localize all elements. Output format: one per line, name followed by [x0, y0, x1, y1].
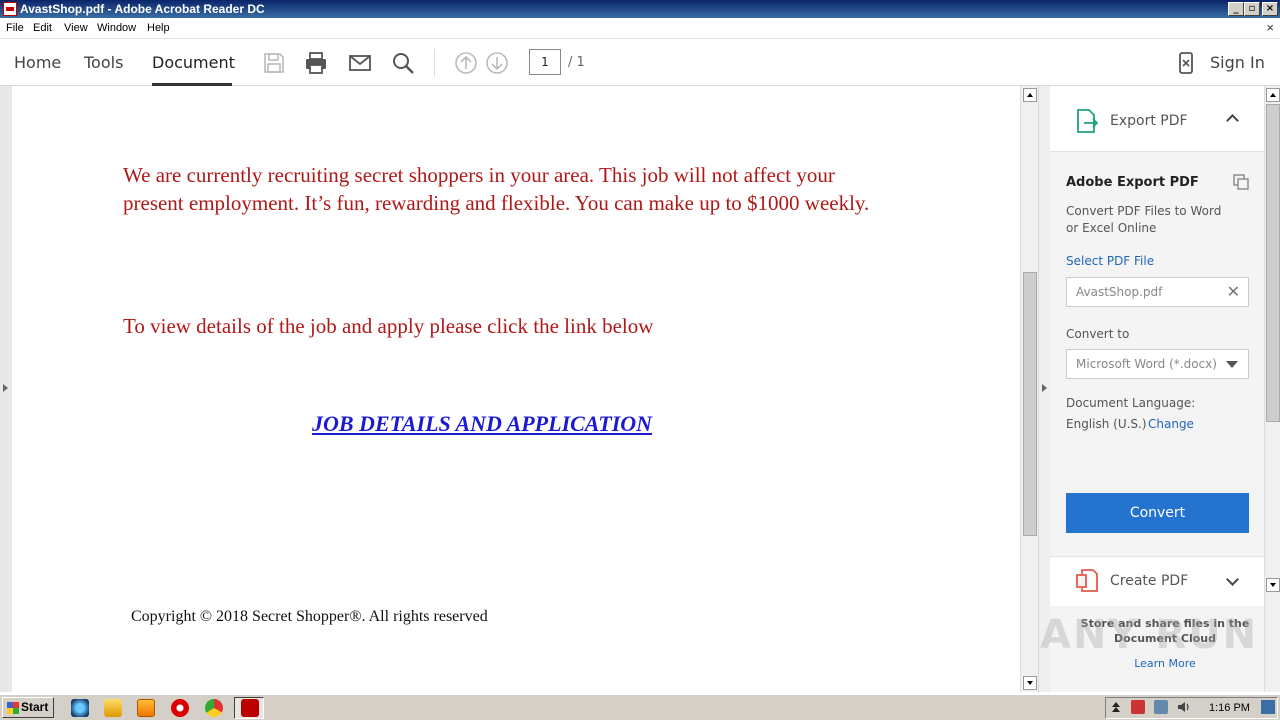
document-language-label: Document Language: — [1066, 396, 1196, 410]
export-description: Convert PDF Files to Word or Excel Onlin… — [1066, 204, 1222, 235]
export-pdf-header[interactable]: Export PDF — [1050, 86, 1265, 152]
tools-panel: Export PDF Adobe Export PDF Convert PDF … — [1050, 86, 1265, 692]
page-number-input[interactable]: 1 — [529, 49, 561, 75]
minimize-button[interactable]: _ — [1228, 2, 1244, 16]
convert-button[interactable]: Convert — [1066, 493, 1249, 533]
menu-view[interactable]: View — [64, 22, 88, 34]
menu-window[interactable]: Window — [97, 22, 136, 34]
selected-file-name: AvastShop.pdf — [1076, 285, 1163, 299]
media-player-icon[interactable] — [137, 699, 155, 717]
email-icon[interactable] — [348, 51, 372, 75]
toolbar-separator — [434, 49, 435, 77]
page-total: / 1 — [568, 55, 585, 70]
adobe-export-title: Adobe Export PDF — [1066, 175, 1199, 190]
print-icon[interactable] — [304, 51, 328, 75]
panel-scrollbar[interactable] — [1264, 86, 1280, 692]
previous-page-icon[interactable] — [454, 51, 478, 75]
clear-file-icon[interactable]: ✕ — [1227, 278, 1240, 306]
collapse-panel-icon — [1042, 384, 1047, 392]
document-page: We are currently recruiting secret shopp… — [12, 86, 1020, 692]
job-details-link[interactable]: JOB DETAILS AND APPLICATION — [312, 411, 652, 437]
acrobat-taskbar-button[interactable] — [234, 697, 264, 719]
document-language-value: English (U.S.) — [1066, 417, 1147, 431]
dropdown-caret-icon — [1226, 361, 1238, 368]
convert-to-value: Microsoft Word (*.docx) — [1076, 357, 1217, 371]
start-label: Start — [21, 700, 49, 714]
panel-scroll-thumb[interactable] — [1266, 104, 1280, 422]
close-document-icon[interactable]: × — [1266, 20, 1274, 35]
security-alert-icon[interactable] — [1131, 700, 1145, 714]
convert-to-select[interactable]: Microsoft Word (*.docx) — [1066, 349, 1249, 379]
menu-file[interactable]: File — [6, 22, 24, 34]
scroll-down-button[interactable] — [1023, 676, 1037, 690]
volume-icon[interactable] — [1177, 700, 1191, 714]
select-pdf-file-link[interactable]: Select PDF File — [1066, 254, 1154, 268]
create-pdf-icon — [1076, 569, 1098, 592]
export-pdf-icon — [1077, 109, 1098, 133]
selected-file-field[interactable]: AvastShop.pdf ✕ — [1066, 277, 1249, 307]
menu-edit[interactable]: Edit — [33, 22, 52, 34]
main-toolbar: Home Tools Document 1 / 1 Sign In — [0, 38, 1280, 86]
taskbar: Start 1:16 PM — [0, 694, 1280, 720]
create-pdf-header[interactable]: Create PDF — [1050, 556, 1265, 606]
learn-more-link[interactable]: Learn More — [1050, 657, 1265, 670]
document-paragraph-1: We are currently recruiting secret shopp… — [123, 163, 870, 215]
network-icon[interactable] — [1154, 700, 1168, 714]
anyrun-watermark: ANY RUN — [1040, 612, 1259, 658]
show-hidden-icons-icon[interactable] — [1109, 700, 1123, 714]
right-panel-toggle[interactable] — [1038, 86, 1050, 692]
document-scrollbar[interactable] — [1020, 86, 1038, 692]
scroll-up-button[interactable] — [1023, 88, 1037, 102]
sign-in-link[interactable]: Sign In — [1210, 53, 1265, 72]
change-language-link[interactable]: Change — [1148, 417, 1194, 431]
copy-icon[interactable] — [1233, 174, 1249, 190]
save-icon[interactable] — [262, 51, 286, 75]
window-title: AvastShop.pdf - Adobe Acrobat Reader DC — [20, 2, 265, 16]
scroll-thumb[interactable] — [1023, 272, 1037, 536]
document-copyright: Copyright © 2018 Secret Shopper®. All ri… — [131, 608, 488, 625]
panel-scroll-up-button[interactable] — [1266, 88, 1280, 102]
chevron-down-icon[interactable] — [1226, 573, 1239, 586]
document-paragraph-2: To view details of the job and apply ple… — [123, 314, 654, 338]
file-explorer-icon[interactable] — [104, 699, 122, 717]
acrobat-taskbar-icon — [241, 699, 259, 717]
opera-icon[interactable] — [171, 699, 189, 717]
tab-tools[interactable]: Tools — [84, 53, 123, 72]
close-window-button[interactable]: × — [1262, 2, 1278, 16]
menu-help[interactable]: Help — [147, 22, 170, 34]
show-desktop-icon[interactable] — [1261, 700, 1275, 714]
tab-document[interactable]: Document — [152, 53, 235, 72]
acrobat-app-icon — [3, 2, 17, 16]
chrome-icon[interactable] — [205, 699, 223, 717]
screen: AvastShop.pdf - Adobe Acrobat Reader DC … — [0, 0, 1280, 720]
tab-home[interactable]: Home — [14, 53, 61, 72]
chevron-up-icon[interactable] — [1226, 114, 1239, 127]
start-button[interactable]: Start — [2, 697, 54, 718]
left-panel-toggle[interactable] — [0, 86, 12, 692]
system-clock: 1:16 PM — [1209, 702, 1250, 714]
windows-logo-icon — [7, 702, 19, 714]
restore-button[interactable]: ▫ — [1244, 2, 1260, 16]
window-title-bar: AvastShop.pdf - Adobe Acrobat Reader DC … — [0, 0, 1280, 18]
mobile-link-icon[interactable] — [1174, 51, 1198, 75]
export-pdf-label: Export PDF — [1110, 113, 1188, 129]
create-pdf-label: Create PDF — [1110, 573, 1189, 589]
search-icon[interactable] — [391, 51, 415, 75]
menu-bar: File Edit View Window Help × — [0, 18, 1280, 38]
convert-to-label: Convert to — [1066, 327, 1130, 341]
internet-explorer-icon[interactable] — [71, 699, 89, 717]
expand-left-icon — [3, 384, 8, 392]
next-page-icon[interactable] — [485, 51, 509, 75]
panel-scroll-down-button[interactable] — [1266, 578, 1280, 592]
